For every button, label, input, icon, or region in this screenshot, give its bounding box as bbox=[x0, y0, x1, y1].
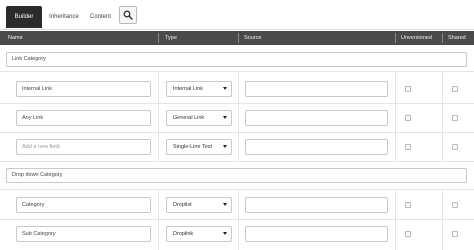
section-row: Drop down Category bbox=[0, 162, 474, 190]
shared-checkbox[interactable] bbox=[452, 144, 458, 150]
tab-content[interactable]: Content bbox=[86, 6, 115, 28]
shared-checkbox[interactable] bbox=[452, 115, 458, 121]
unversioned-checkbox[interactable] bbox=[405, 231, 411, 237]
field-type-value: Single-Line Text bbox=[173, 144, 213, 150]
caret-down-icon bbox=[223, 87, 227, 90]
search-icon bbox=[123, 10, 133, 20]
field-source-input[interactable] bbox=[245, 81, 388, 97]
unversioned-checkbox[interactable] bbox=[405, 144, 411, 150]
search-button[interactable] bbox=[119, 6, 137, 24]
column-divider bbox=[442, 133, 443, 162]
field-name-input[interactable]: Internal Link bbox=[16, 81, 151, 97]
column-divider bbox=[158, 190, 159, 220]
field-type-select[interactable]: General Link bbox=[166, 110, 232, 126]
column-divider bbox=[395, 190, 396, 220]
column-source[interactable]: Source bbox=[244, 31, 261, 45]
column-divider bbox=[442, 220, 443, 250]
section-row: Link Category bbox=[0, 45, 474, 72]
field-name-input[interactable]: Sub Category bbox=[16, 226, 151, 242]
shared-checkbox[interactable] bbox=[452, 86, 458, 92]
column-shared[interactable]: Shared bbox=[448, 31, 466, 45]
column-divider bbox=[395, 133, 396, 162]
column-divider bbox=[238, 190, 239, 220]
field-type-select[interactable]: Internal Link bbox=[166, 81, 232, 97]
field-type-value: Internal Link bbox=[173, 86, 203, 92]
column-type[interactable]: Type bbox=[165, 31, 177, 45]
field-source-input[interactable] bbox=[245, 110, 388, 126]
column-divider bbox=[158, 33, 159, 43]
field-type-select[interactable]: Single-Line Text bbox=[166, 139, 232, 155]
caret-down-icon bbox=[223, 116, 227, 119]
shared-checkbox[interactable] bbox=[452, 231, 458, 237]
tab-inheritance[interactable]: Inheritance bbox=[43, 6, 85, 28]
field-type-select[interactable]: Droplink bbox=[166, 226, 232, 242]
field-row: Category Droplist bbox=[0, 190, 474, 220]
caret-down-icon bbox=[223, 145, 227, 148]
tab-bar: Builder Inheritance Content bbox=[0, 0, 474, 30]
unversioned-checkbox[interactable] bbox=[405, 115, 411, 121]
column-divider bbox=[442, 104, 443, 133]
section-name-input[interactable]: Drop down Category bbox=[6, 168, 467, 183]
column-header: Name Type Source Unversioned Shared bbox=[0, 31, 474, 45]
unversioned-checkbox[interactable] bbox=[405, 86, 411, 92]
field-source-input[interactable] bbox=[245, 197, 388, 213]
column-divider bbox=[442, 33, 443, 43]
column-divider bbox=[158, 220, 159, 250]
column-divider bbox=[442, 190, 443, 220]
field-type-value: Droplist bbox=[173, 202, 192, 208]
field-name-input[interactable]: Category bbox=[16, 197, 151, 213]
column-divider bbox=[158, 133, 159, 162]
column-divider bbox=[238, 33, 239, 43]
caret-down-icon bbox=[223, 232, 227, 235]
column-divider bbox=[238, 133, 239, 162]
field-type-value: General Link bbox=[173, 115, 205, 121]
column-divider bbox=[395, 104, 396, 133]
unversioned-checkbox[interactable] bbox=[405, 202, 411, 208]
column-divider bbox=[395, 33, 396, 43]
field-row-new: Add a new field Single-Line Text bbox=[0, 133, 474, 162]
field-row: Internal Link Internal Link bbox=[0, 72, 474, 104]
section-name-input[interactable]: Link Category bbox=[6, 52, 467, 67]
field-type-value: Droplink bbox=[173, 231, 194, 237]
column-divider bbox=[442, 72, 443, 104]
caret-down-icon bbox=[223, 203, 227, 206]
column-divider bbox=[238, 104, 239, 133]
field-type-select[interactable]: Droplist bbox=[166, 197, 232, 213]
new-field-name-input[interactable]: Add a new field bbox=[16, 139, 151, 155]
column-divider bbox=[238, 72, 239, 104]
field-row: Sub Category Droplink bbox=[0, 220, 474, 250]
column-divider bbox=[395, 220, 396, 250]
field-source-input[interactable] bbox=[245, 139, 388, 155]
tab-builder[interactable]: Builder bbox=[6, 6, 42, 28]
column-name[interactable]: Name bbox=[8, 31, 23, 45]
shared-checkbox[interactable] bbox=[452, 202, 458, 208]
field-row: Any Link General Link bbox=[0, 104, 474, 133]
column-divider bbox=[395, 72, 396, 104]
field-name-input[interactable]: Any Link bbox=[16, 110, 151, 126]
column-divider bbox=[158, 72, 159, 104]
field-source-input[interactable] bbox=[245, 226, 388, 242]
column-unversioned[interactable]: Unversioned bbox=[401, 31, 432, 45]
column-divider bbox=[158, 104, 159, 133]
column-divider bbox=[238, 220, 239, 250]
